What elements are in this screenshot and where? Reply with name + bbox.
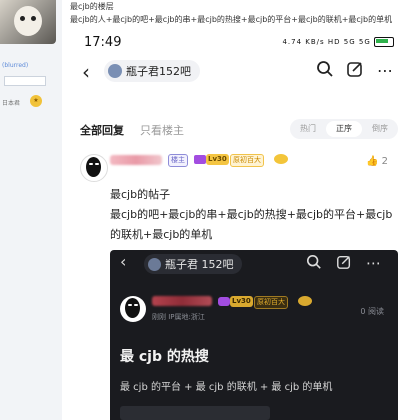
nav-bar: ‹ 瓶子君152吧 ⋯ bbox=[70, 56, 400, 90]
next-card-preview bbox=[120, 406, 270, 420]
rank-badge: 原初百大 bbox=[254, 296, 288, 309]
blurred-username bbox=[152, 296, 212, 306]
thread-subtitle: 最cjb的人+最cjb的吧+最cjb的串+最cjb的热搜+最cjb的平台+最cj… bbox=[70, 15, 393, 24]
rank-badge: 原初百大 bbox=[230, 154, 264, 167]
post-meta: 刚刚 IP属地:浙江 bbox=[152, 313, 205, 321]
gem-icon bbox=[218, 297, 230, 306]
mask-face-icon bbox=[86, 157, 101, 177]
forum-name-chip[interactable]: 瓶子君152吧 bbox=[104, 60, 200, 82]
mask-eye-icon bbox=[128, 304, 132, 306]
status-bar: 17:49 4.74 KB/s HD 5G 5G bbox=[70, 30, 400, 54]
network-indicators: 4.74 KB/s HD 5G 5G bbox=[282, 38, 371, 46]
embedded-forum-name: 瓶子君 152吧 bbox=[165, 258, 234, 271]
mask-eye-icon bbox=[95, 163, 99, 165]
level-badge: Lv30 bbox=[206, 154, 229, 165]
blurred-username[interactable] bbox=[110, 155, 162, 165]
edit-icon[interactable] bbox=[344, 60, 366, 82]
mask-eye-icon bbox=[134, 304, 138, 306]
read-count: 0 阅读 bbox=[360, 307, 384, 316]
like-count: 2 bbox=[381, 156, 388, 167]
thumbs-up-icon: 👍 bbox=[365, 156, 379, 167]
forum-left-column: (blurred) 日本君 ★ bbox=[0, 0, 62, 420]
level-badge: Lv30 bbox=[230, 296, 253, 307]
status-icons: 4.74 KB/s HD 5G 5G bbox=[282, 37, 394, 47]
avatar[interactable] bbox=[80, 154, 108, 182]
avatar bbox=[120, 296, 146, 322]
medal-icon: ★ bbox=[30, 95, 42, 107]
cat-eye-icon bbox=[20, 16, 25, 21]
reply-text-line: 的联机+最cjb的单机 bbox=[110, 228, 213, 241]
reply-text-line: 最cjb的帖子 bbox=[110, 188, 171, 201]
cat-face-icon bbox=[14, 6, 42, 36]
like-button[interactable]: 👍 2 bbox=[366, 156, 388, 167]
tab-owner-only[interactable]: 只看楼主 bbox=[140, 122, 184, 138]
tab-all-replies[interactable]: 全部回复 bbox=[80, 122, 124, 138]
more-icon: ⋯ bbox=[366, 254, 381, 272]
crown-icon bbox=[274, 154, 288, 164]
faded-text-line bbox=[78, 100, 378, 108]
embedded-screenshot[interactable]: ‹ 瓶子君 152吧 ⋯ Lv30 原初百大 刚刚 IP属地:浙江 0 阅读 最… bbox=[110, 250, 398, 420]
cat-eye-icon bbox=[31, 16, 36, 21]
sort-toggle: 热门 正序 倒序 bbox=[290, 119, 398, 139]
sort-descending-button[interactable]: 倒序 bbox=[362, 119, 398, 139]
sort-ascending-button[interactable]: 正序 bbox=[326, 121, 362, 137]
user-badge-text: 日本君 bbox=[2, 100, 21, 107]
search-icon[interactable] bbox=[314, 60, 336, 82]
edit-icon bbox=[336, 254, 352, 274]
search-icon bbox=[306, 254, 322, 274]
user-avatar[interactable] bbox=[0, 0, 56, 44]
reply-tabs: 全部回复 只看楼主 热门 正序 倒序 bbox=[70, 118, 400, 142]
forum-avatar-icon bbox=[148, 257, 161, 271]
forum-avatar-icon bbox=[108, 64, 122, 78]
battery-icon bbox=[374, 37, 394, 47]
forum-name: 瓶子君152吧 bbox=[126, 65, 191, 78]
more-icon[interactable]: ⋯ bbox=[374, 60, 396, 82]
mask-face-icon bbox=[125, 298, 140, 318]
embedded-forum-chip: 瓶子君 152吧 bbox=[144, 254, 242, 274]
reply-text-line: 最cjb的吧+最cjb的串+最cjb的热搜+最cjb的平台+最cjb bbox=[110, 208, 393, 221]
sort-hot-button[interactable]: 热门 bbox=[290, 119, 326, 139]
gem-icon bbox=[194, 155, 206, 164]
post-body: 最 cjb 的平台 + 最 cjb 的联机 + 最 cjb 的单机 bbox=[120, 382, 333, 393]
user-tag: (blurred) bbox=[2, 62, 29, 69]
owner-badge: 楼主 bbox=[168, 154, 188, 167]
chevron-left-icon[interactable]: ‹ bbox=[82, 60, 90, 84]
chevron-left-icon: ‹ bbox=[120, 252, 127, 271]
status-time: 17:49 bbox=[84, 35, 122, 50]
crown-icon bbox=[298, 296, 312, 306]
mask-eye-icon bbox=[89, 163, 93, 165]
user-level-bar bbox=[4, 76, 46, 86]
post-title: 最 cjb 的热搜 bbox=[120, 349, 209, 365]
thread-title: 最cjb的楼层 bbox=[70, 2, 114, 11]
